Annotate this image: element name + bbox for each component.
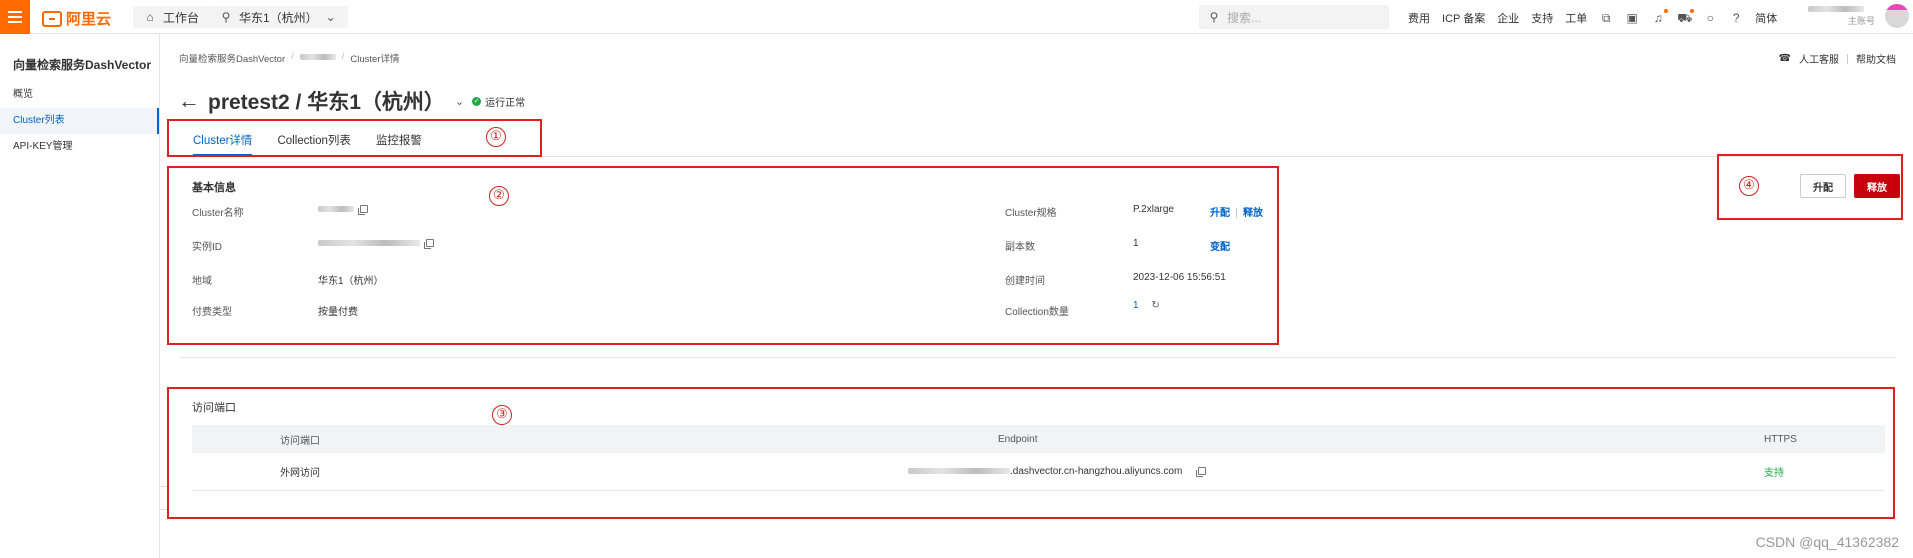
image-icon[interactable]: ▣ [1625, 11, 1639, 25]
header-links: ☎ 人工客服 帮助文档 [1779, 51, 1896, 66]
breadcrumb: 向量检索服务DashVector / / Cluster详情 [179, 51, 400, 65]
top-links: 费用 ICP 备案 企业 支持 工单 ⧉ ▣ ♫ ⛟ ○ ? 简体 [1408, 9, 1777, 26]
lightbulb-icon[interactable]: ○ [1703, 11, 1717, 25]
workbench-button[interactable]: ⌂ 工作台 [133, 6, 210, 28]
region-label: 华东1（杭州） [239, 10, 318, 25]
back-arrow-icon[interactable]: ← [178, 90, 200, 112]
logo-text: 阿里云 [66, 11, 112, 28]
region-selector[interactable]: ⚲ 华东1（杭州） ⌄ [209, 6, 348, 28]
hamburger-menu-icon[interactable] [0, 0, 30, 34]
section-divider [179, 357, 1896, 358]
status-text: 运行正常 [485, 97, 526, 109]
sidebar-item-cluster-list[interactable]: Cluster列表 [0, 108, 159, 134]
annotation-number-4: ④ [1739, 176, 1759, 196]
status-badge: ✓ 运行正常 [472, 94, 525, 109]
account-role: 主账号 [1848, 16, 1876, 26]
sidebar-title: 向量检索服务DashVector [13, 58, 152, 72]
chevron-down-icon[interactable]: ⌄ [455, 95, 464, 108]
chevron-down-icon: ⌄ [325, 10, 336, 24]
sidebar-item-api-key[interactable]: API-KEY管理 [0, 134, 159, 160]
title-row: ← pretest2 / 华东1（杭州） ⌄ ✓ 运行正常 [178, 86, 525, 116]
cloud-shell-icon[interactable]: ⧉ [1599, 11, 1613, 25]
search-placeholder: 搜索... [1227, 10, 1262, 25]
search-icon: ⚲ [1209, 10, 1219, 24]
top-navbar: 阿里云 ⌂ 工作台 ⚲ 华东1（杭州） ⌄ ⚲ 搜索... 费用 ICP 备案 … [0, 0, 1913, 34]
language-switch[interactable]: 简体 [1755, 10, 1777, 26]
cart-icon[interactable]: ⛟ [1677, 9, 1695, 25]
divider [1847, 53, 1848, 64]
breadcrumb-separator: / [291, 51, 294, 62]
customer-service-icon: ☎ [1778, 53, 1791, 64]
home-icon: ⌂ [146, 10, 154, 24]
help-doc-link[interactable]: 帮助文档 [1856, 51, 1896, 66]
annotation-number-2: ② [489, 186, 509, 206]
top-link-ticket[interactable]: 工单 [1565, 10, 1587, 26]
annotation-box-2 [167, 166, 1279, 345]
sidebar-item-overview[interactable]: 概览 [0, 82, 159, 108]
top-link-enterprise[interactable]: 企业 [1497, 10, 1519, 26]
breadcrumb-cluster-blurred[interactable] [299, 54, 336, 60]
help-icon[interactable]: ? [1729, 11, 1743, 25]
breadcrumb-root[interactable]: 向量检索服务DashVector [179, 51, 285, 65]
annotation-box-3 [167, 387, 1895, 519]
bell-icon[interactable]: ♫ [1651, 9, 1669, 25]
page-title: pretest2 / 华东1（杭州） [208, 91, 445, 114]
aliyun-logo-icon [42, 10, 62, 27]
annotation-number-1: ① [486, 127, 506, 147]
workbench-label: 工作台 [163, 10, 200, 25]
customer-service-link[interactable]: 人工客服 [1799, 51, 1839, 66]
location-icon: ⚲ [221, 10, 231, 24]
breadcrumb-separator: / [341, 51, 345, 62]
search-input[interactable]: ⚲ 搜索... [1199, 5, 1389, 29]
avatar[interactable] [1885, 4, 1909, 28]
annotation-number-3: ③ [492, 405, 512, 425]
breadcrumb-current: Cluster详情 [350, 54, 400, 65]
check-circle-icon: ✓ [472, 96, 482, 106]
aliyun-logo[interactable]: 阿里云 [42, 8, 111, 29]
account-name-blurred [1808, 5, 1864, 12]
top-link-fee[interactable]: 费用 [1408, 10, 1430, 26]
top-link-support[interactable]: 支持 [1531, 10, 1553, 26]
watermark: CSDN @qq_41362382 [1755, 534, 1899, 550]
sidebar: 向量检索服务DashVector 概览 Cluster列表 API-KEY管理 [0, 34, 160, 558]
top-link-icp[interactable]: ICP 备案 [1442, 10, 1485, 26]
account-info[interactable]: 主账号 [1808, 2, 1875, 28]
